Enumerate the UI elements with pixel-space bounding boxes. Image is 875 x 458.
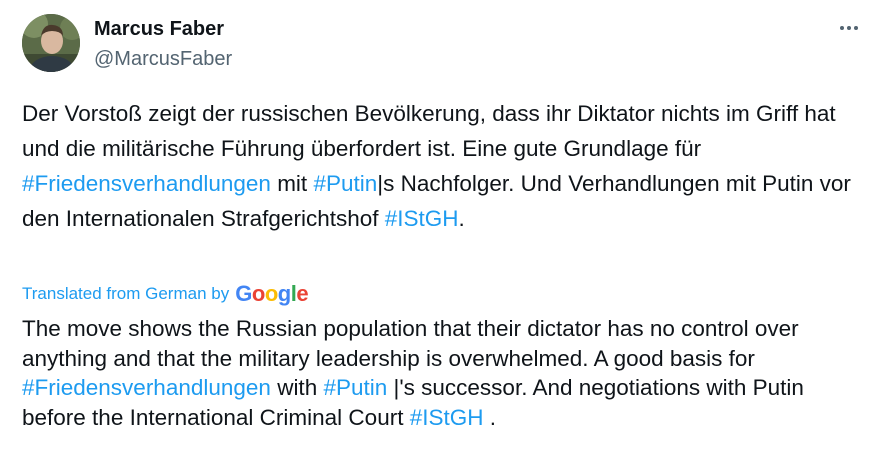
- hashtag-link[interactable]: #Putin: [313, 171, 377, 196]
- avatar-photo: [22, 14, 80, 72]
- original-text-part: Der Vorstoß zeigt der russischen Bevölke…: [22, 101, 836, 161]
- original-text-part: .: [458, 206, 465, 231]
- hashtag-link[interactable]: #Friedensverhandlungen: [22, 171, 271, 196]
- tweet-translated-text: The move shows the Russian population th…: [22, 314, 867, 432]
- more-horizontal-icon-dot: [854, 26, 858, 30]
- tweet-original-text: Der Vorstoß zeigt der russischen Bevölke…: [22, 96, 867, 236]
- avatar[interactable]: [22, 14, 80, 72]
- translated-text-part: .: [483, 404, 496, 430]
- hashtag-link[interactable]: #Friedensverhandlungen: [22, 375, 271, 400]
- hashtag-link[interactable]: #Putin: [323, 375, 387, 400]
- tweet: Marcus Faber @MarcusFaber Der Vorstoß ze…: [0, 0, 875, 458]
- author-names: Marcus Faber @MarcusFaber: [94, 16, 232, 72]
- user-handle[interactable]: @MarcusFaber: [94, 46, 232, 72]
- original-text-part: mit: [270, 171, 314, 196]
- google-logo: Google: [235, 281, 309, 306]
- translation-notice-label: Translated from German by: [22, 284, 230, 303]
- translated-text-part: with: [270, 375, 324, 400]
- translated-text-part: The move shows the Russian population th…: [22, 316, 799, 371]
- translation-notice[interactable]: Translated from German by Google: [22, 281, 309, 306]
- hashtag-link[interactable]: #IStGH: [385, 206, 459, 231]
- hashtag-link[interactable]: #IStGH: [410, 405, 484, 430]
- display-name[interactable]: Marcus Faber: [94, 16, 232, 42]
- more-options-button[interactable]: [837, 18, 861, 38]
- more-horizontal-icon-dot: [847, 26, 851, 30]
- more-horizontal-icon: [840, 26, 844, 30]
